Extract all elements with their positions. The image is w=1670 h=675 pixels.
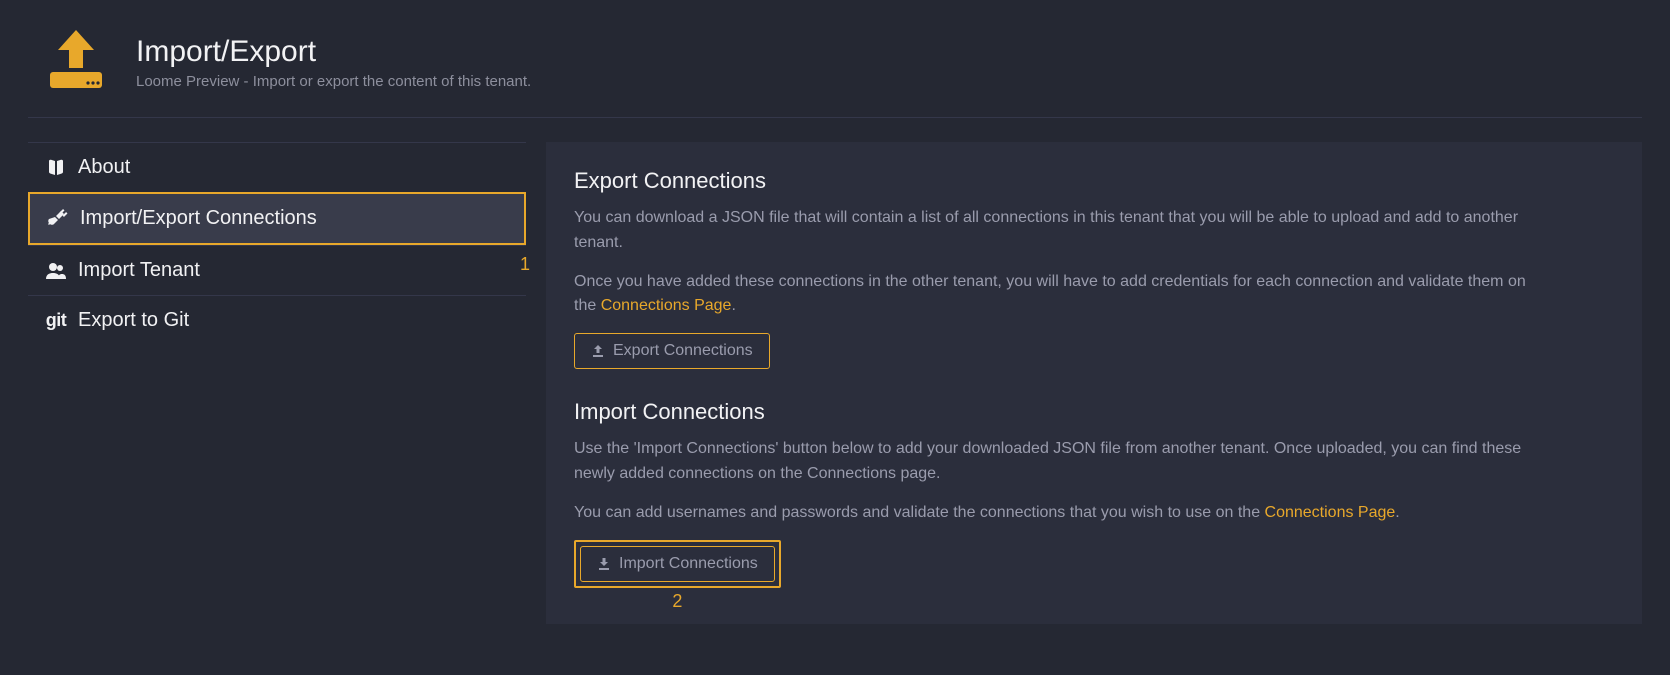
- import-title: Import Connections: [574, 399, 1614, 425]
- export-desc-1: You can download a JSON file that will c…: [574, 206, 1534, 256]
- sidebar-item-export-to-git[interactable]: git Export to Git: [28, 295, 526, 346]
- import-desc-2: You can add usernames and passwords and …: [574, 501, 1534, 526]
- sidebar-item-label: About: [78, 156, 130, 179]
- main-panel: Export Connections You can download a JS…: [546, 142, 1642, 624]
- plug-icon: [46, 209, 70, 229]
- page-subtitle: Loome Preview - Import or export the con…: [136, 73, 531, 90]
- annotation-2: 2: [576, 591, 779, 612]
- button-label: Import Connections: [619, 555, 758, 573]
- export-desc-2: Once you have added these connections in…: [574, 270, 1534, 320]
- sidebar-item-label: Import/Export Connections: [80, 207, 317, 230]
- export-title: Export Connections: [574, 168, 1614, 194]
- import-button-highlight: Import Connections 2: [574, 540, 781, 588]
- export-connections-button[interactable]: Export Connections: [574, 333, 770, 369]
- sidebar-item-label: Export to Git: [78, 309, 189, 332]
- users-icon: [44, 261, 68, 281]
- annotation-1: 1: [520, 254, 530, 275]
- upload-box-icon: [40, 28, 112, 97]
- connections-page-link[interactable]: Connections Page: [601, 297, 732, 314]
- page-header: Import/Export Loome Preview - Import or …: [28, 28, 1642, 118]
- page-title: Import/Export: [136, 35, 531, 70]
- download-icon: [597, 557, 611, 571]
- sidebar-item-label: Import Tenant: [78, 259, 200, 282]
- connections-page-link[interactable]: Connections Page: [1265, 504, 1396, 521]
- sidebar-item-import-tenant[interactable]: Import Tenant: [28, 245, 526, 295]
- sidebar-item-import-export-connections[interactable]: Import/Export Connections 1: [28, 192, 526, 245]
- book-icon: [44, 158, 68, 178]
- import-desc-1: Use the 'Import Connections' button belo…: [574, 437, 1534, 487]
- sidebar-item-about[interactable]: About: [28, 142, 526, 192]
- import-connections-button[interactable]: Import Connections: [580, 546, 775, 582]
- sidebar: About Import/Export Connections 1: [28, 142, 526, 346]
- button-label: Export Connections: [613, 342, 753, 360]
- upload-icon: [591, 344, 605, 358]
- git-icon: git: [44, 310, 68, 331]
